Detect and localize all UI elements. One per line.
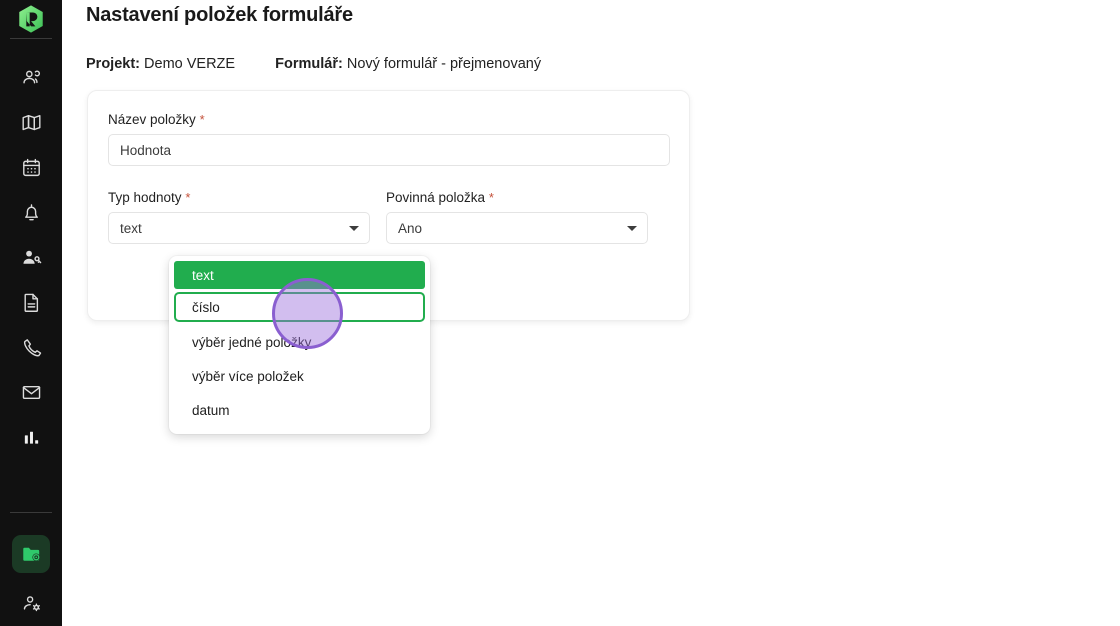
mail-icon [22, 386, 40, 399]
sidebar-item-access[interactable] [10, 235, 52, 280]
document-icon [24, 293, 38, 312]
required-asterisk: * [488, 190, 494, 205]
type-field-label-text: Typ hodnoty [108, 190, 182, 205]
dropdown-option-vyber-jedne-polozky[interactable]: výběr jedné položky [174, 328, 425, 356]
main-content: Nastavení položek formuláře Projekt: Dem… [62, 0, 1120, 626]
user-key-icon [22, 250, 41, 264]
phone-icon [23, 339, 41, 357]
name-input[interactable] [108, 134, 670, 166]
field-group-name: Název položky * [108, 112, 670, 166]
type-select[interactable]: text [108, 212, 370, 244]
required-asterisk: * [199, 112, 205, 127]
sidebar-item-user-settings[interactable] [10, 581, 52, 626]
sidebar-bottom-nav [0, 513, 62, 626]
sidebar-item-documents[interactable] [10, 280, 52, 325]
field-group-type: Typ hodnoty * text [108, 190, 370, 244]
user-settings-icon [23, 596, 40, 612]
project-value: Demo VERZE [144, 56, 236, 72]
field-group-required: Povinná položka * Ano [386, 190, 648, 244]
sidebar-item-mail[interactable] [10, 370, 52, 415]
dropdown-option-cislo[interactable]: číslo [174, 292, 425, 322]
form-label: Formulář: [275, 56, 343, 72]
sidebar-item-calendar[interactable] [10, 145, 52, 190]
required-select[interactable]: Ano [386, 212, 648, 244]
map-icon [21, 114, 41, 131]
sidebar-item-contacts[interactable] [10, 55, 52, 100]
required-field-label: Povinná položka * [386, 190, 648, 205]
sidebar-item-stats[interactable] [10, 415, 52, 460]
sidebar-item-map[interactable] [10, 100, 52, 145]
bar-chart-icon [24, 431, 38, 444]
logo-icon [19, 5, 43, 33]
page-title: Nastavení položek formuláře [86, 4, 353, 26]
chevron-down-icon [627, 226, 637, 231]
chevron-down-icon [349, 226, 359, 231]
folder-settings-icon [22, 547, 40, 561]
breadcrumb: Projekt: Demo VERZE Formulář: Nový formu… [86, 56, 541, 72]
app-root: Nastavení položek formuláře Projekt: Dem… [0, 0, 1120, 626]
required-asterisk: * [185, 190, 191, 205]
calendar-icon [22, 158, 40, 177]
required-field-label-text: Povinná položka [386, 190, 486, 205]
form-value: Nový formulář - přejmenovaný [346, 56, 542, 72]
bell-icon [24, 204, 38, 221]
dropdown-option-datum[interactable]: datum [174, 396, 425, 424]
type-select-dropdown: text číslo výběr jedné položky výběr víc… [169, 256, 430, 434]
type-select-value: text [120, 220, 142, 236]
project-label: Projekt: [86, 56, 140, 72]
dropdown-option-text[interactable]: text [174, 261, 425, 289]
sidebar-item-phone[interactable] [10, 325, 52, 370]
sidebar-item-project-settings[interactable] [12, 535, 50, 573]
dropdown-option-vyber-vice-polozek[interactable]: výběr více položek [174, 362, 425, 390]
required-select-value: Ano [398, 220, 423, 236]
sidebar-item-notifications[interactable] [10, 190, 52, 235]
app-logo[interactable] [0, 0, 62, 38]
type-field-label: Typ hodnoty * [108, 190, 370, 205]
sidebar-nav [0, 39, 62, 460]
contacts-icon [22, 70, 40, 84]
name-field-label-text: Název položky [108, 112, 196, 127]
name-field-label: Název položky * [108, 112, 670, 127]
sidebar [0, 0, 62, 626]
